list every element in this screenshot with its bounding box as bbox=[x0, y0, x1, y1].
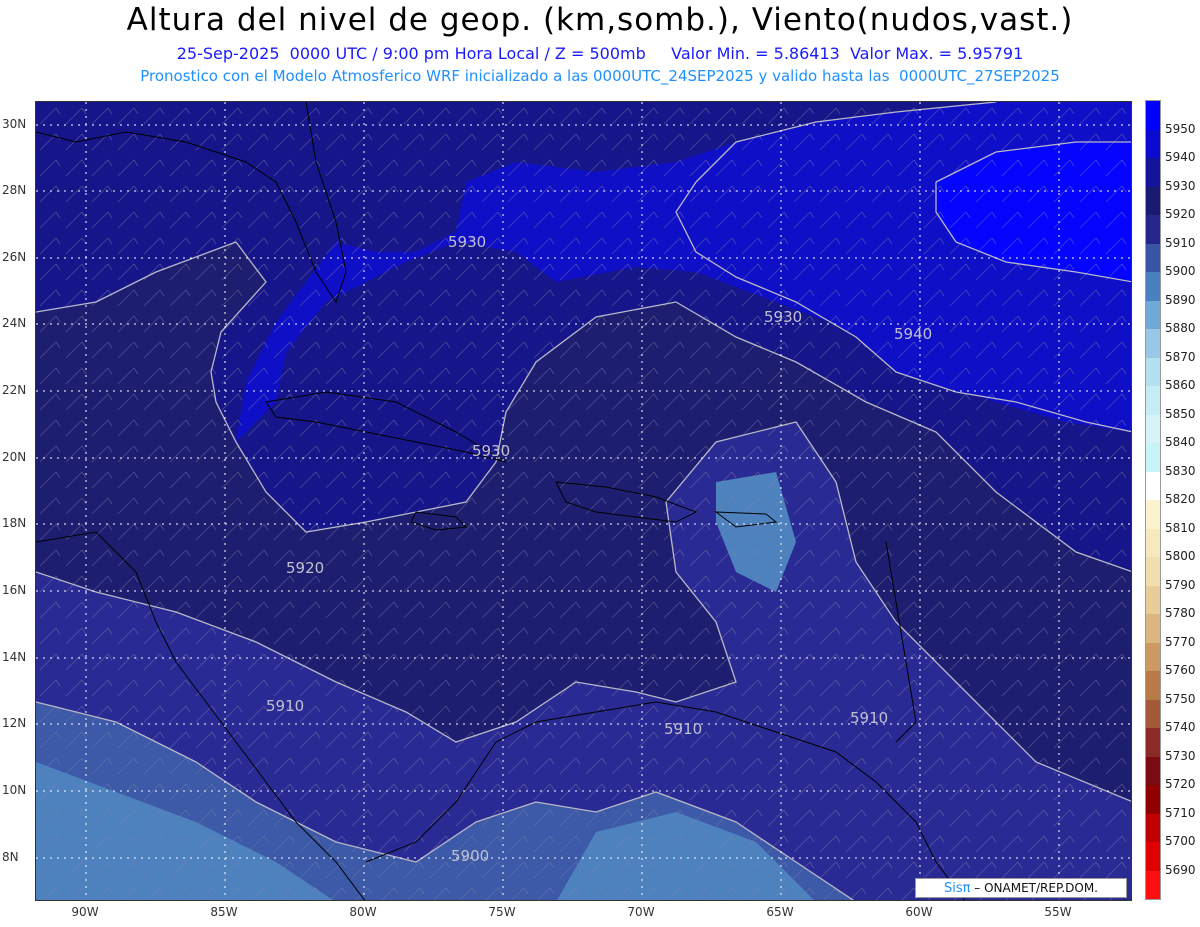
colorbar-segment bbox=[1146, 443, 1160, 472]
colorbar-level-label: 5720 bbox=[1165, 777, 1196, 791]
contour-label: 5930 bbox=[448, 233, 486, 251]
colorbar-level-label: 5950 bbox=[1165, 121, 1196, 136]
colorbar-segment bbox=[1146, 642, 1160, 671]
colorbar-level-label: 5930 bbox=[1165, 178, 1196, 193]
lat-label: 12N bbox=[2, 716, 27, 730]
lat-label: 18N bbox=[2, 516, 27, 530]
lon-label: 55W bbox=[1044, 905, 1072, 919]
colorbar-segment bbox=[1146, 500, 1160, 529]
colorbar-segment bbox=[1146, 870, 1160, 899]
colorbar-segment bbox=[1146, 129, 1160, 158]
map-panel: 5930 5930 5940 5930 5920 5910 5910 5910 … bbox=[35, 101, 1132, 901]
contour-label: 5930 bbox=[764, 308, 802, 326]
colorbar-level-label: 5890 bbox=[1165, 292, 1196, 307]
lon-label: 65W bbox=[766, 905, 794, 919]
contour-label: 5940 bbox=[894, 325, 932, 343]
colorbar-level-label: 5780 bbox=[1165, 606, 1196, 620]
colorbar-segment bbox=[1146, 414, 1160, 443]
colorbar-level-label: 5870 bbox=[1165, 349, 1196, 364]
colorbar-segment bbox=[1146, 842, 1160, 871]
sispi-logo: Sisπ bbox=[943, 881, 971, 896]
colorbar-segment bbox=[1146, 728, 1160, 757]
lat-label: 20N bbox=[2, 450, 27, 464]
colorbar bbox=[1145, 100, 1161, 900]
contour-label: 5930 bbox=[472, 442, 510, 460]
colorbar-segment bbox=[1146, 614, 1160, 643]
colorbar-segment bbox=[1146, 699, 1160, 728]
colorbar-level-label: 5690 bbox=[1165, 862, 1196, 877]
colorbar-level-label: 5900 bbox=[1165, 264, 1196, 278]
contour-label: 5910 bbox=[850, 709, 888, 727]
colorbar-level-label: 5800 bbox=[1165, 549, 1196, 563]
colorbar-segment bbox=[1146, 272, 1160, 301]
credit-text: – ONAMET/REP.DOM. bbox=[974, 881, 1098, 895]
colorbar-segment bbox=[1146, 813, 1160, 842]
colorbar-segment bbox=[1146, 671, 1160, 700]
lat-label: 16N bbox=[2, 583, 27, 597]
colorbar-level-label: 5860 bbox=[1165, 378, 1196, 392]
colorbar-segment bbox=[1146, 357, 1160, 386]
valid-time-line: 25-Sep-2025 0000 UTC / 9:00 pm Hora Loca… bbox=[176, 44, 1024, 63]
lat-label: 24N bbox=[2, 316, 27, 330]
colorbar-level-label: 5740 bbox=[1165, 720, 1196, 734]
colorbar-segment bbox=[1146, 300, 1160, 329]
credit-badge: Sisπ – ONAMET/REP.DOM. bbox=[915, 878, 1127, 898]
colorbar-level-label: 5830 bbox=[1165, 463, 1196, 478]
contour-label: 5910 bbox=[266, 697, 304, 715]
colorbar-segment bbox=[1146, 557, 1160, 586]
colorbar-segment bbox=[1146, 585, 1160, 614]
colorbar-level-label: 5790 bbox=[1165, 577, 1196, 592]
colorbar-level-label: 5750 bbox=[1165, 691, 1196, 706]
colorbar-level-label: 5820 bbox=[1165, 492, 1196, 506]
lon-label: 75W bbox=[488, 905, 516, 919]
lon-label: 60W bbox=[905, 905, 933, 919]
lon-label: 85W bbox=[210, 905, 238, 919]
lat-label: 30N bbox=[2, 117, 27, 131]
colorbar-segment bbox=[1146, 215, 1160, 244]
colorbar-level-label: 5920 bbox=[1165, 207, 1196, 221]
lon-label: 90W bbox=[71, 905, 99, 919]
colorbar-level-label: 5880 bbox=[1165, 321, 1196, 335]
contour-label: 5910 bbox=[664, 720, 702, 738]
colorbar-level-label: 5840 bbox=[1165, 435, 1196, 449]
colorbar-segment bbox=[1146, 756, 1160, 785]
colorbar-level-label: 5810 bbox=[1165, 520, 1196, 535]
colorbar-segment bbox=[1146, 471, 1160, 500]
lat-label: 10N bbox=[2, 783, 27, 797]
colorbar-level-label: 5730 bbox=[1165, 748, 1196, 763]
colorbar-segment bbox=[1146, 186, 1160, 215]
chart-title: Altura del nivel de geop. (km,somb.), Vi… bbox=[126, 2, 1074, 38]
colorbar-segment bbox=[1146, 329, 1160, 358]
colorbar-level-label: 5850 bbox=[1165, 406, 1196, 421]
colorbar-segment bbox=[1146, 785, 1160, 814]
contour-label: 5920 bbox=[286, 559, 324, 577]
colorbar-level-label: 5760 bbox=[1165, 663, 1196, 677]
lat-label: 22N bbox=[2, 383, 27, 397]
colorbar-segment bbox=[1146, 528, 1160, 557]
colorbar-segment bbox=[1146, 101, 1160, 130]
lat-label: 14N bbox=[2, 650, 27, 664]
wind-barbs bbox=[36, 102, 1131, 900]
lat-label: 28N bbox=[2, 183, 27, 197]
colorbar-level-label: 5940 bbox=[1165, 150, 1196, 164]
lon-label: 80W bbox=[349, 905, 377, 919]
lat-label: 26N bbox=[2, 250, 27, 264]
lon-label: 70W bbox=[627, 905, 655, 919]
colorbar-level-label: 5700 bbox=[1165, 834, 1196, 848]
contour-label: 5900 bbox=[451, 847, 489, 865]
model-info-line: Pronostico con el Modelo Atmosferico WRF… bbox=[140, 67, 1060, 85]
colorbar-level-label: 5710 bbox=[1165, 805, 1196, 820]
colorbar-level-label: 5910 bbox=[1165, 235, 1196, 250]
geopotential-map: 5930 5930 5940 5930 5920 5910 5910 5910 … bbox=[36, 102, 1131, 900]
lat-label: 8N bbox=[2, 850, 19, 864]
colorbar-level-label: 5770 bbox=[1165, 634, 1196, 649]
colorbar-segment bbox=[1146, 386, 1160, 415]
colorbar-segment bbox=[1146, 158, 1160, 187]
colorbar-segment bbox=[1146, 243, 1160, 272]
